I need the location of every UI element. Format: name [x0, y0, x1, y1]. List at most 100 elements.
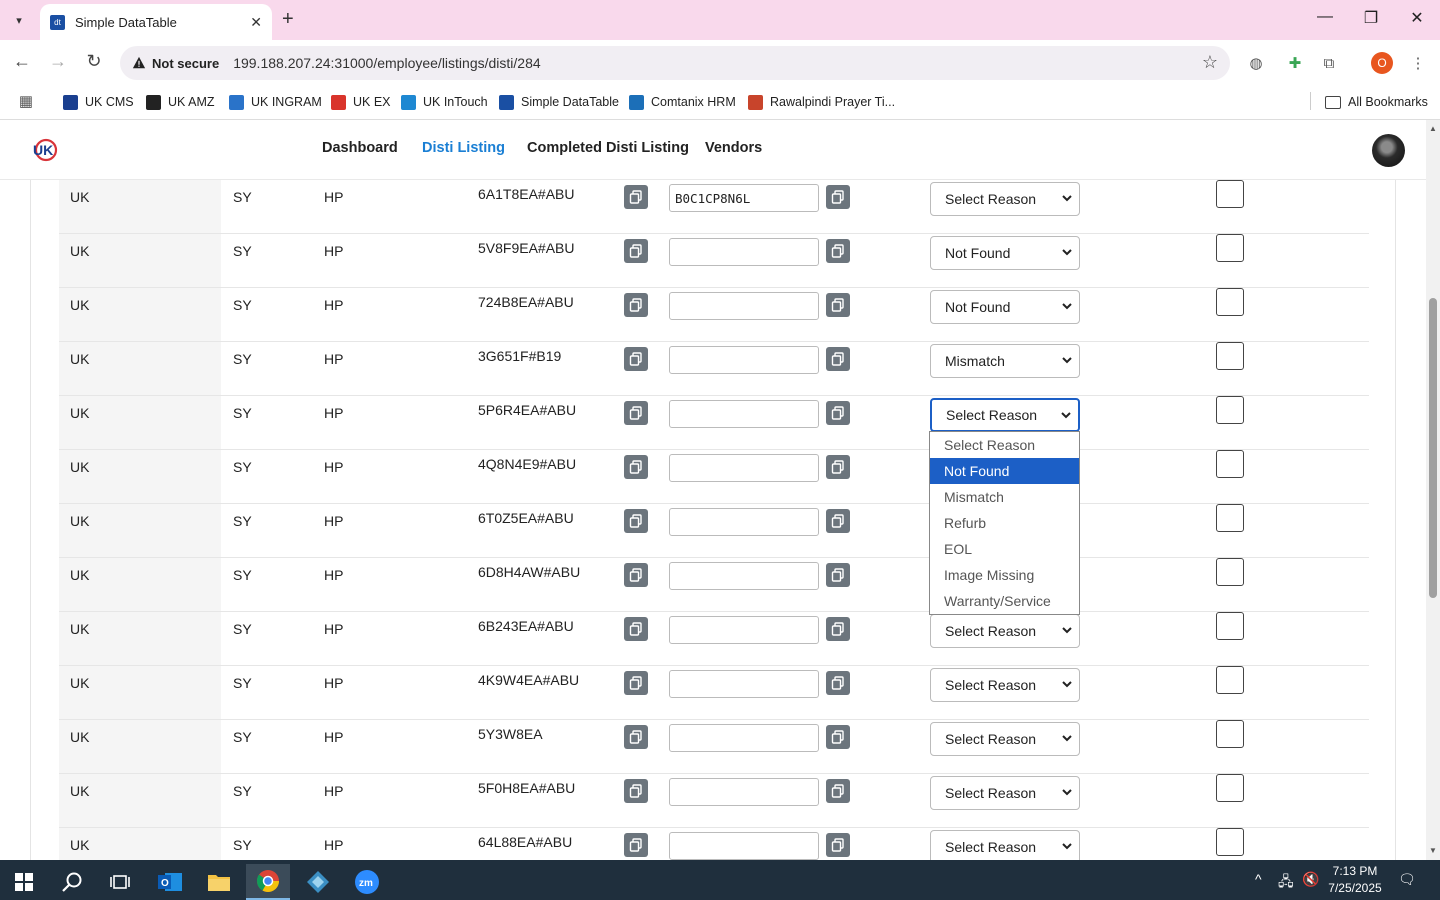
asin-input[interactable] [669, 346, 819, 374]
file-explorer-icon[interactable] [197, 864, 241, 900]
address-bar[interactable]: Not secure 199.188.207.24:31000/employee… [120, 46, 1230, 80]
nav-completed-disti-listing[interactable]: Completed Disti Listing [527, 140, 689, 156]
scroll-down-icon[interactable]: ▼ [1429, 846, 1437, 855]
paste-asin-button[interactable] [826, 239, 850, 263]
chrome-menu-icon[interactable]: ⋮ [1407, 52, 1429, 74]
copy-sku-button[interactable] [624, 779, 648, 803]
back-icon[interactable]: ← [10, 51, 34, 72]
volume-muted-icon[interactable]: 🔇 [1302, 871, 1319, 888]
asin-input[interactable] [669, 670, 819, 698]
reason-select[interactable]: Not Found [930, 236, 1080, 270]
reason-select[interactable]: Mismatch [930, 344, 1080, 378]
reason-select[interactable]: Select Reason [930, 182, 1080, 216]
copy-sku-button[interactable] [624, 185, 648, 209]
translate-globe-icon[interactable]: ◍ [1245, 52, 1267, 74]
reload-icon[interactable]: ↻ [82, 51, 106, 72]
bookmark-item[interactable]: UK InTouch [401, 92, 488, 112]
copy-sku-button[interactable] [624, 509, 648, 533]
paste-asin-button[interactable] [826, 833, 850, 857]
paste-asin-button[interactable] [826, 455, 850, 479]
reason-option[interactable]: Warranty/Service [930, 588, 1079, 614]
row-checkbox[interactable] [1216, 342, 1244, 370]
bookmark-item[interactable]: Comtanix HRM [629, 92, 736, 112]
row-checkbox[interactable] [1216, 828, 1244, 856]
scroll-up-icon[interactable]: ▲ [1429, 124, 1437, 133]
extension-plus-icon[interactable]: ✚ [1284, 52, 1306, 74]
row-checkbox[interactable] [1216, 450, 1244, 478]
reason-option[interactable]: Refurb [930, 510, 1079, 536]
row-checkbox[interactable] [1216, 288, 1244, 316]
bookmark-item[interactable]: UK EX [331, 92, 391, 112]
search-icon[interactable] [50, 864, 94, 900]
row-checkbox[interactable] [1216, 396, 1244, 424]
asin-input[interactable] [669, 400, 819, 428]
nav-dashboard[interactable]: Dashboard [322, 140, 398, 156]
uk-logo-icon[interactable]: UK [30, 138, 60, 162]
new-tab-icon[interactable]: + [282, 8, 294, 31]
asin-input[interactable] [669, 454, 819, 482]
asin-input[interactable] [669, 724, 819, 752]
start-windows-icon[interactable] [2, 864, 46, 900]
security-indicator[interactable]: Not secure [132, 56, 219, 71]
url-text[interactable]: 199.188.207.24:31000/employee/listings/d… [233, 55, 540, 71]
copy-sku-button[interactable] [624, 725, 648, 749]
reason-select[interactable]: Select Reason [930, 668, 1080, 702]
paste-asin-button[interactable] [826, 509, 850, 533]
asin-input[interactable] [669, 508, 819, 536]
reason-option[interactable]: Not Found [930, 458, 1079, 484]
reason-select[interactable]: Select Reason [930, 722, 1080, 756]
reason-option[interactable]: EOL [930, 536, 1079, 562]
notifications-icon[interactable]: 🗨 [1398, 871, 1416, 888]
copy-sku-button[interactable] [624, 401, 648, 425]
copy-sku-button[interactable] [624, 455, 648, 479]
paste-asin-button[interactable] [826, 725, 850, 749]
scroll-thumb[interactable] [1429, 298, 1437, 598]
row-checkbox[interactable] [1216, 774, 1244, 802]
page-scrollbar[interactable]: ▲ ▼ [1426, 120, 1440, 860]
asin-input[interactable] [669, 292, 819, 320]
paste-asin-button[interactable] [826, 401, 850, 425]
reason-select[interactable]: Select Reason [930, 614, 1080, 648]
network-icon[interactable]: 🖧 [1278, 871, 1294, 895]
app-diamond-icon[interactable] [296, 864, 340, 900]
nav-disti-listing[interactable]: Disti Listing [422, 140, 505, 156]
reason-option[interactable]: Mismatch [930, 484, 1079, 510]
row-checkbox[interactable] [1216, 666, 1244, 694]
asin-input[interactable] [669, 616, 819, 644]
paste-asin-button[interactable] [826, 563, 850, 587]
bookmark-item[interactable]: Rawalpindi Prayer Ti... [748, 92, 895, 112]
copy-sku-button[interactable] [624, 293, 648, 317]
window-close-icon[interactable]: ✕ [1402, 8, 1432, 28]
zoom-icon[interactable]: zm [345, 864, 389, 900]
extensions-puzzle-icon[interactable]: ⧉ [1318, 52, 1340, 74]
paste-asin-button[interactable] [826, 347, 850, 371]
asin-input[interactable] [669, 832, 819, 860]
user-avatar[interactable] [1372, 134, 1405, 167]
reason-select[interactable]: Select Reason [930, 830, 1080, 860]
bookmark-item[interactable]: UK CMS [63, 92, 134, 112]
outlook-icon[interactable]: O [148, 864, 192, 900]
asin-input[interactable] [669, 778, 819, 806]
bookmark-star-icon[interactable]: ☆ [1202, 52, 1218, 73]
paste-asin-button[interactable] [826, 617, 850, 641]
minimize-icon[interactable]: — [1310, 8, 1340, 26]
row-checkbox[interactable] [1216, 180, 1244, 208]
reason-option[interactable]: Select Reason [930, 432, 1079, 458]
row-checkbox[interactable] [1216, 234, 1244, 262]
copy-sku-button[interactable] [624, 671, 648, 695]
reason-select[interactable]: Select Reason [930, 776, 1080, 810]
bookmark-item[interactable]: UK INGRAM [229, 92, 322, 112]
tray-chevron-up-icon[interactable]: ^ [1255, 871, 1262, 887]
reason-select[interactable]: Select Reason [930, 398, 1080, 432]
copy-sku-button[interactable] [624, 833, 648, 857]
row-checkbox[interactable] [1216, 558, 1244, 586]
copy-sku-button[interactable] [624, 617, 648, 641]
tab-search-chevron-icon[interactable]: ▾ [6, 8, 32, 32]
asin-input[interactable] [669, 184, 819, 212]
tab-close-icon[interactable]: ✕ [250, 14, 262, 31]
row-checkbox[interactable] [1216, 504, 1244, 532]
row-checkbox[interactable] [1216, 720, 1244, 748]
bookmark-item[interactable]: UK AMZ [146, 92, 215, 112]
paste-asin-button[interactable] [826, 779, 850, 803]
all-bookmarks[interactable]: All Bookmarks [1325, 92, 1428, 112]
